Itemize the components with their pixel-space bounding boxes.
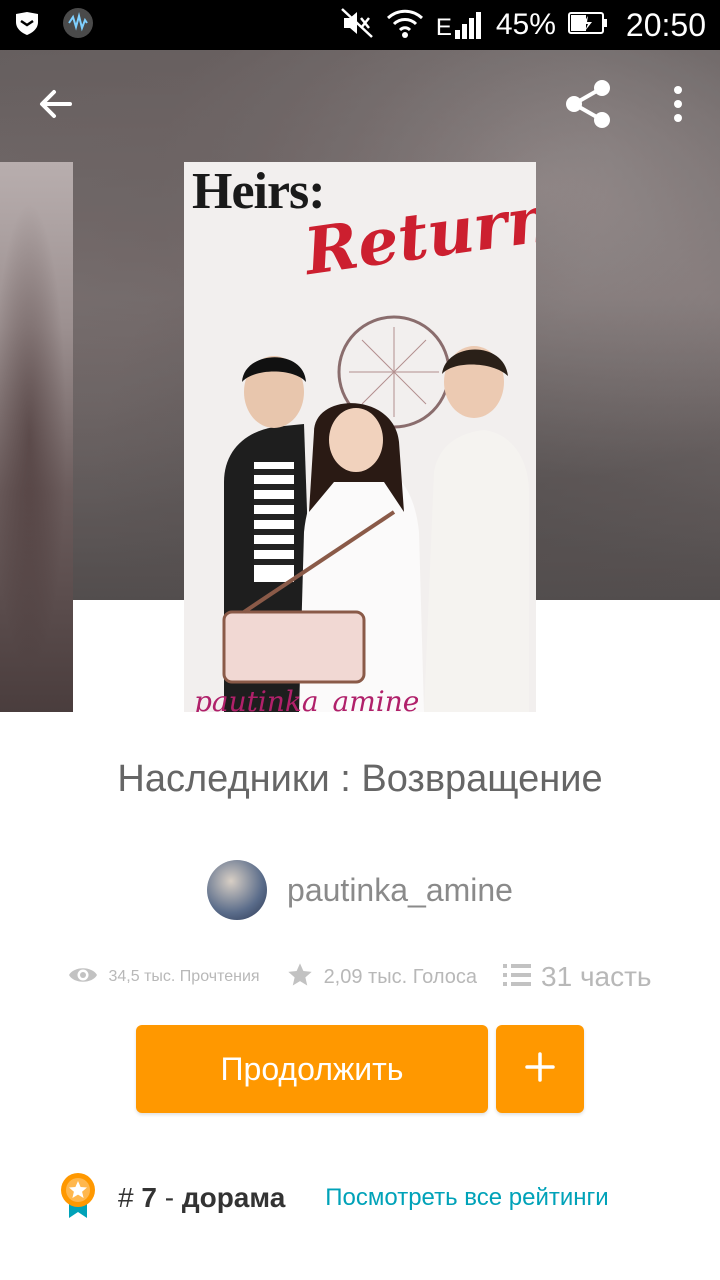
ranking-separator: - <box>156 1182 182 1213</box>
ranking-medal-icon <box>58 1172 98 1225</box>
app-notification-icon <box>62 7 94 44</box>
ranking-row: # 7 - дорама Посмотреть все рейтинги <box>58 1168 678 1228</box>
eye-icon <box>68 965 98 990</box>
share-icon <box>562 78 614 135</box>
battery-icon <box>567 11 608 39</box>
mute-icon <box>340 7 374 44</box>
reads-stat: 34,5 тыс. Прочтения <box>68 965 260 990</box>
battery-percent: 45% <box>495 8 556 41</box>
view-all-rankings-link[interactable]: Посмотреть все рейтинги <box>325 1184 608 1212</box>
votes-count: 2,09 тыс. Голоса <box>323 965 478 988</box>
cover-title-text: Heirs: <box>192 163 326 220</box>
author-name[interactable]: pautinka_amine <box>287 872 513 909</box>
shield-icon <box>14 10 40 41</box>
cover-watermark: pautinka_amine <box>194 685 420 712</box>
wifi-icon <box>386 7 424 44</box>
share-button[interactable] <box>556 74 620 138</box>
network-type: E <box>435 14 452 41</box>
clock: 20:50 <box>625 6 706 43</box>
previous-book-cover[interactable] <box>0 162 73 712</box>
cover-subtitle-text: Return <box>299 180 536 291</box>
avatar[interactable] <box>207 860 268 920</box>
list-icon <box>503 963 532 992</box>
continue-reading-button[interactable]: Продолжить <box>136 1025 488 1113</box>
ranking-text: # 7 - дорама <box>118 1182 285 1214</box>
cover-illustration <box>222 315 529 712</box>
reads-count: 34,5 тыс. Прочтения <box>108 968 260 985</box>
more-vert-icon <box>672 84 684 129</box>
continue-label: Продолжить <box>220 1050 404 1087</box>
plus-icon <box>525 1051 555 1087</box>
toolbar <box>0 50 720 162</box>
parts-stat[interactable]: 31 часть <box>503 961 652 993</box>
add-to-library-button[interactable] <box>496 1025 584 1113</box>
parts-count: 31 часть <box>541 961 652 992</box>
more-options-button[interactable] <box>660 74 696 138</box>
signal-icon: E <box>436 10 484 40</box>
ranking-tag: дорама <box>181 1182 286 1213</box>
stats-row: 34,5 тыс. Прочтения 2,09 тыс. Голоса 31 … <box>0 955 720 999</box>
back-arrow-icon <box>36 84 76 129</box>
status-bar: E 45% 20:50 <box>0 0 720 50</box>
ranking-hash: # <box>118 1182 142 1213</box>
story-title: Наследники : Возвращение <box>117 758 603 800</box>
book-cover[interactable]: Heirs: Return pautinka_amine <box>184 162 536 712</box>
votes-stat: 2,09 тыс. Голоса <box>286 961 477 994</box>
author-row[interactable]: pautinka_amine <box>0 860 720 920</box>
back-button[interactable] <box>24 74 88 138</box>
star-icon <box>286 961 314 994</box>
ranking-number: 7 <box>141 1182 157 1213</box>
